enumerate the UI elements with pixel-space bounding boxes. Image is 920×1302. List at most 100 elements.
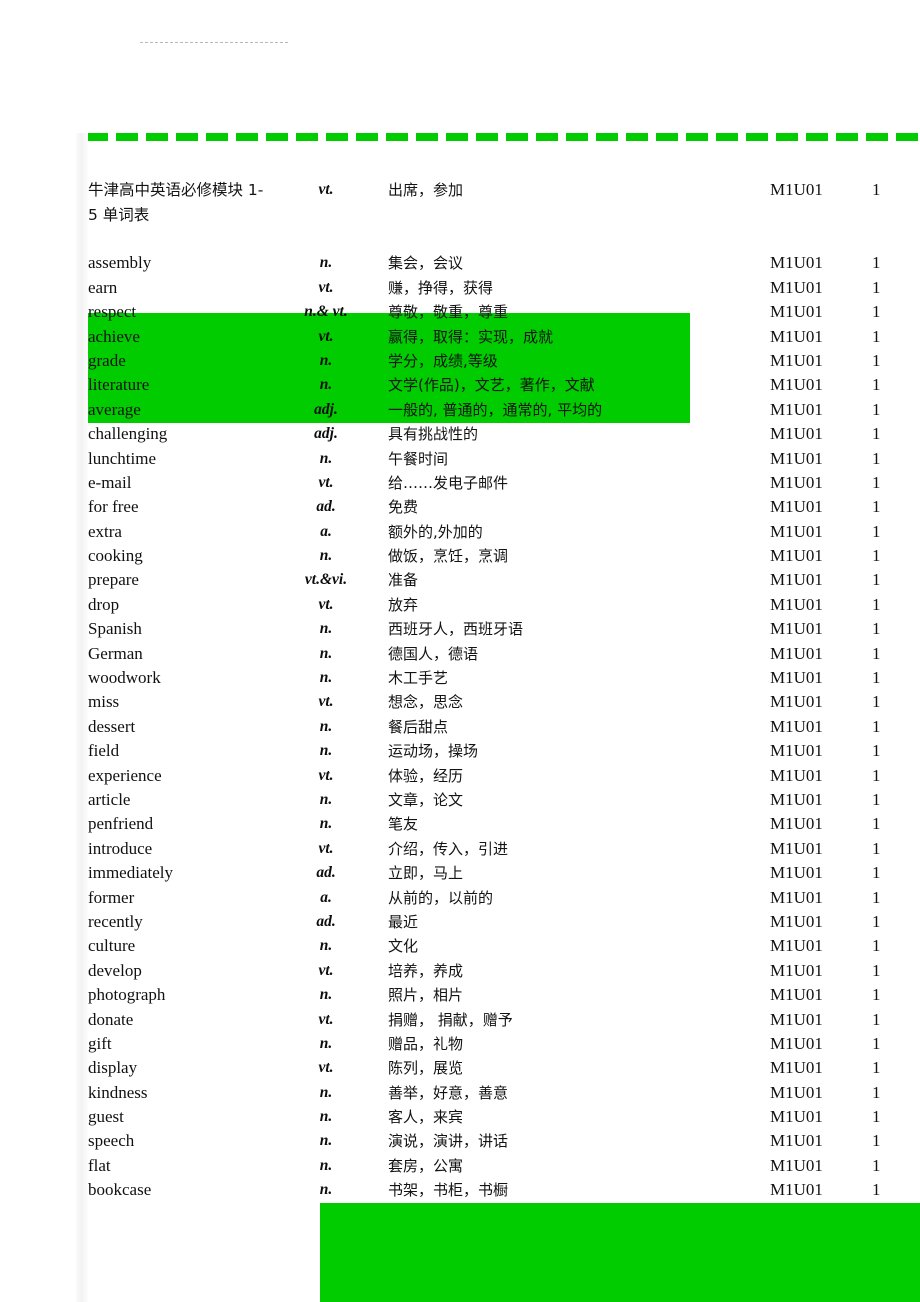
table-row: flat n. 套房，公寓 M1U01 1 [88, 1154, 920, 1178]
unit-cell: M1U01 [770, 619, 823, 639]
meaning-cell: 赚，挣得，获得 [388, 278, 494, 297]
word-cell: bookcase [88, 1180, 152, 1200]
unit-cell: M1U01 [770, 180, 823, 199]
count-cell: 1 [872, 1033, 881, 1053]
unit-cell: M1U01 [770, 1082, 823, 1102]
count-cell: 1 [872, 570, 881, 590]
word-cell: develop [88, 960, 142, 980]
part-of-speech-cell: vt. [318, 327, 334, 345]
table-row: bookcase n. 书架，书柜，书橱 M1U01 1 [88, 1178, 920, 1202]
word-cell: assembly [88, 253, 152, 273]
word-cell: field [88, 741, 120, 761]
unit-cell: M1U01 [770, 814, 823, 834]
word-cell: recently [88, 911, 143, 931]
part-of-speech-cell: n. [319, 376, 333, 394]
meaning-cell: 文学(作品)，文艺，著作，文献 [388, 376, 595, 395]
word-cell: penfriend [88, 814, 154, 834]
part-of-speech-cell: n.& vt. [304, 303, 348, 321]
table-row: dessert n. 餐后甜点 M1U01 1 [88, 715, 920, 739]
unit-cell: M1U01 [770, 253, 823, 273]
unit-cell: M1U01 [770, 765, 823, 785]
table-row: recently ad. 最近 M1U01 1 [88, 910, 920, 934]
count-cell: 1 [872, 936, 881, 956]
table-row: earn vt. 赚，挣得，获得 M1U01 1 [88, 276, 920, 300]
unit-cell: M1U01 [770, 985, 823, 1005]
part-of-speech-cell: adj. [314, 400, 338, 418]
count-cell: 1 [872, 472, 881, 492]
table-row: experience vt. 体验，经历 M1U01 1 [88, 764, 920, 788]
meaning-cell: 体验，经历 [388, 766, 464, 785]
part-of-speech-cell: n. [319, 717, 333, 735]
meaning-cell: 额外的,外加的 [388, 522, 483, 541]
unit-cell: M1U01 [770, 277, 823, 297]
count-cell: 1 [872, 253, 881, 273]
part-of-speech-cell: n. [319, 986, 333, 1004]
count-cell: 1 [872, 594, 881, 614]
unit-cell: M1U01 [770, 302, 823, 322]
meaning-cell: 学分，成绩,等级 [388, 351, 498, 370]
word-cell: e-mail [88, 472, 132, 492]
unit-cell: M1U01 [770, 789, 823, 809]
top-dashed-rule [140, 42, 288, 43]
meaning-cell: 一般的, 普通的，通常的, 平均的 [388, 400, 603, 419]
count-cell: 1 [872, 180, 881, 199]
count-cell: 1 [872, 619, 881, 639]
table-spacer-row [88, 227, 920, 251]
part-of-speech-cell: a. [320, 888, 332, 906]
count-cell: 1 [872, 1107, 881, 1127]
table-row: challenging adj. 具有挑战性的 M1U01 1 [88, 422, 920, 446]
part-of-speech-cell: ad. [316, 864, 336, 882]
count-cell: 1 [872, 985, 881, 1005]
part-of-speech-cell: n. [319, 1132, 333, 1150]
meaning-cell: 餐后甜点 [388, 717, 449, 736]
word-cell: average [88, 399, 141, 419]
count-cell: 1 [872, 765, 881, 785]
unit-cell: M1U01 [770, 448, 823, 468]
unit-cell: M1U01 [770, 594, 823, 614]
count-cell: 1 [872, 692, 881, 712]
unit-cell: M1U01 [770, 1058, 823, 1078]
word-cell: woodwork [88, 668, 161, 688]
count-cell: 1 [872, 716, 881, 736]
word-cell: dessert [88, 716, 136, 736]
part-of-speech-cell: n. [319, 669, 333, 687]
table-row: respect n.& vt. 尊敬，敬重，尊重 M1U01 1 [88, 300, 920, 324]
word-cell: flat [88, 1155, 111, 1175]
part-of-speech-cell: n. [319, 1108, 333, 1126]
word-cell: lunchtime [88, 448, 156, 468]
meaning-cell: 善举，好意，善意 [388, 1083, 509, 1102]
left-margin-shading [76, 133, 88, 1302]
count-cell: 1 [872, 887, 881, 907]
count-cell: 1 [872, 814, 881, 834]
part-of-speech-cell: n. [319, 351, 333, 369]
meaning-cell: 套房，公寓 [388, 1156, 464, 1175]
word-cell: prepare [88, 570, 139, 590]
unit-cell: M1U01 [770, 570, 823, 590]
count-cell: 1 [872, 497, 881, 517]
part-of-speech-cell: vt. [318, 839, 334, 857]
unit-cell: M1U01 [770, 350, 823, 370]
word-cell: donate [88, 1009, 134, 1029]
count-cell: 1 [872, 838, 881, 858]
part-of-speech-cell: n. [319, 620, 333, 638]
meaning-cell: 想念，思念 [388, 693, 464, 712]
meaning-cell: 放弃 [388, 595, 419, 614]
meaning-cell: 最近 [388, 912, 419, 931]
part-of-speech-cell: vt. [318, 1010, 334, 1028]
meaning-cell: 运动场，操场 [388, 742, 479, 761]
meaning-cell: 尊敬，敬重，尊重 [388, 303, 509, 322]
count-cell: 1 [872, 1009, 881, 1029]
part-of-speech-cell: ad. [316, 498, 336, 516]
word-cell: literature [88, 375, 150, 395]
unit-cell: M1U01 [770, 1033, 823, 1053]
word-cell: achieve [88, 326, 140, 346]
part-of-speech-cell: vt. [318, 595, 334, 613]
table-row: gift n. 赠品，礼物 M1U01 1 [88, 1032, 920, 1056]
count-cell: 1 [872, 960, 881, 980]
meaning-cell: 德国人，德语 [388, 644, 479, 663]
part-of-speech-cell: n. [319, 449, 333, 467]
meaning-cell: 做饭，烹饪，烹调 [388, 547, 509, 566]
count-cell: 1 [872, 1155, 881, 1175]
table-row: culture n. 文化 M1U01 1 [88, 934, 920, 958]
word-cell: former [88, 887, 135, 907]
